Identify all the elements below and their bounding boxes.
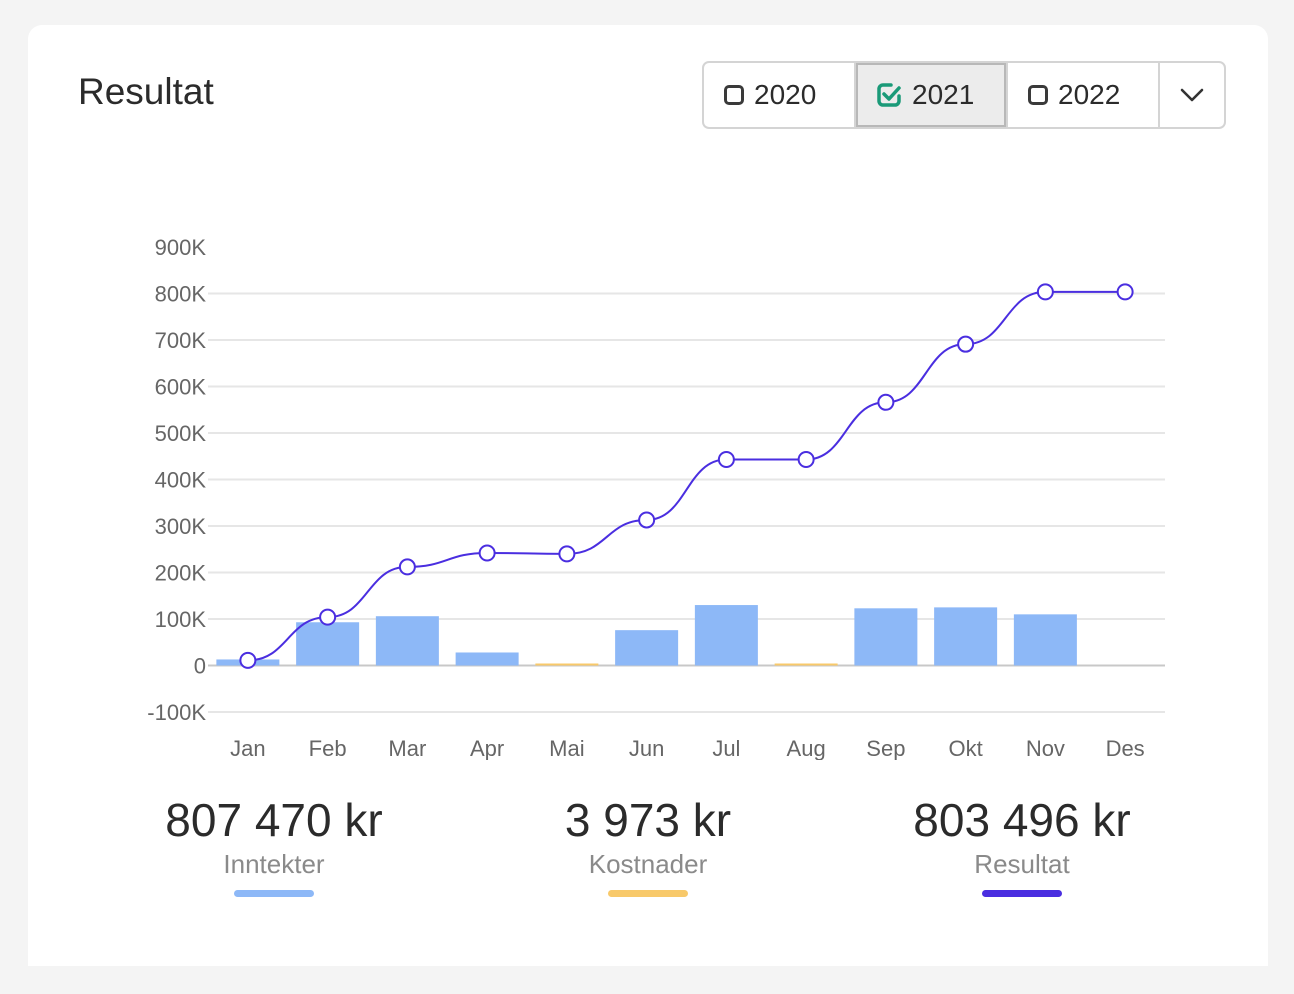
inntekter-bar bbox=[375, 616, 439, 666]
y-tick-label: -100K bbox=[147, 700, 206, 725]
card-title: Resultat bbox=[78, 71, 214, 112]
y-tick-label: 0 bbox=[194, 654, 206, 679]
x-tick-label: Des bbox=[1106, 736, 1145, 760]
kostnader-bar bbox=[774, 663, 838, 666]
year-option-2022[interactable]: 2022 bbox=[1008, 63, 1160, 127]
summary-kostnader: 3 973 kr Kostnader bbox=[498, 793, 798, 897]
y-tick-label: 800K bbox=[155, 282, 207, 307]
resultat-legend-swatch bbox=[982, 890, 1062, 897]
checkbox-checked-icon bbox=[877, 83, 901, 107]
kostnader-bar bbox=[535, 663, 599, 666]
inntekter-bar bbox=[615, 630, 679, 666]
y-tick-label: 900K bbox=[155, 235, 207, 260]
x-tick-label: Okt bbox=[949, 736, 983, 760]
resultat-point bbox=[717, 451, 735, 469]
resultat-label: Resultat bbox=[974, 849, 1070, 879]
kostnader-label: Kostnader bbox=[588, 849, 708, 879]
result-card: Resultat 2020 2021 2022 -100K 0 100K 200K 30… bbox=[28, 25, 1268, 966]
year-option-2021[interactable]: 2021 bbox=[856, 63, 1008, 127]
inntekter-bar bbox=[1013, 614, 1077, 666]
inntekter-bar bbox=[455, 652, 519, 666]
x-tick-label: Apr bbox=[470, 736, 504, 760]
resultat-point bbox=[797, 451, 815, 469]
resultat-point bbox=[478, 544, 496, 562]
x-tick-label: Jun bbox=[629, 736, 664, 760]
y-tick-label: 200K bbox=[155, 561, 207, 586]
inntekter-bar bbox=[296, 622, 360, 666]
resultat-point bbox=[877, 393, 895, 411]
inntekter-legend-swatch bbox=[234, 890, 314, 897]
summary-resultat: 803 496 kr Resultat bbox=[872, 793, 1172, 897]
chevron-down-icon bbox=[1180, 88, 1204, 102]
resultat-point bbox=[398, 558, 416, 576]
x-tick-label: Nov bbox=[1026, 736, 1065, 760]
year-label: 2022 bbox=[1058, 79, 1121, 110]
x-tick-label: Mai bbox=[549, 736, 584, 760]
x-tick-label: Feb bbox=[309, 736, 347, 760]
y-tick-label: 400K bbox=[155, 468, 207, 493]
x-tick-label: Sep bbox=[866, 736, 905, 760]
year-label: 2020 bbox=[754, 79, 817, 110]
y-tick-label: 300K bbox=[155, 514, 207, 539]
x-tick-label: Aug bbox=[787, 736, 826, 760]
resultat-point bbox=[638, 511, 656, 529]
y-tick-label: 700K bbox=[155, 328, 207, 353]
checkbox-empty-icon bbox=[1028, 85, 1048, 105]
inntekter-bar bbox=[694, 605, 758, 666]
inntekter-bar bbox=[854, 608, 918, 666]
checkbox-empty-icon bbox=[724, 85, 744, 105]
resultat-point bbox=[1036, 283, 1054, 301]
y-tick-label: 600K bbox=[155, 375, 207, 400]
resultat-point bbox=[1116, 283, 1134, 301]
year-label: 2021 bbox=[912, 79, 975, 110]
x-tick-label: Jul bbox=[712, 736, 740, 760]
resultat-point bbox=[319, 608, 337, 626]
resultat-point bbox=[558, 545, 576, 563]
resultat-point bbox=[239, 651, 257, 669]
x-tick-label: Jan bbox=[230, 736, 265, 760]
resultat-value: 803 496 kr bbox=[913, 794, 1131, 846]
y-tick-label: 500K bbox=[155, 421, 207, 446]
inntekter-bar bbox=[934, 607, 998, 666]
inntekter-label: Inntekter bbox=[223, 849, 325, 879]
kostnader-value: 3 973 kr bbox=[564, 794, 732, 846]
year-option-2020[interactable]: 2020 bbox=[704, 63, 856, 127]
inntekter-value: 807 470 kr bbox=[165, 794, 383, 846]
result-chart: -100K 0 100K 200K 300K 400K 500K 600K 700K 800K 90… bbox=[147, 235, 1165, 760]
year-dropdown-button[interactable] bbox=[1160, 63, 1224, 127]
resultat-point bbox=[957, 335, 975, 353]
x-tick-label: Mar bbox=[388, 736, 426, 760]
kostnader-legend-swatch bbox=[608, 890, 688, 897]
resultat-line bbox=[247, 290, 1126, 662]
summary-inntekter: 807 470 kr Inntekter bbox=[124, 793, 424, 897]
y-tick-label: 100K bbox=[155, 607, 207, 632]
year-selector: 2020 2021 2022 bbox=[702, 61, 1226, 129]
